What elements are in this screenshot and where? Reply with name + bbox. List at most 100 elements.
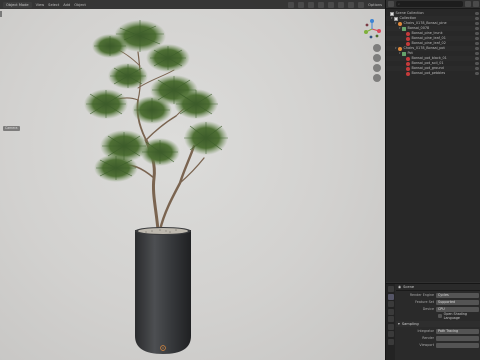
chevron-down-icon: ▾ [398,322,400,326]
filter-icon[interactable] [465,1,471,7]
menu-object[interactable]: Object [74,3,86,7]
tool-tab-icon[interactable] [387,286,394,292]
sampling-section[interactable]: ▾ Sampling [396,321,480,327]
new-collection-icon[interactable] [473,1,479,7]
visibility-eye-icon[interactable] [475,57,479,60]
property-row: Render Engine Cycles [396,292,480,298]
visibility-eye-icon[interactable] [475,47,479,50]
properties-body: ◉ Scene Render Engine Cycles Feature Set Su… [396,284,480,360]
view-layer-tab-icon[interactable] [387,308,394,315]
options-menu[interactable]: Options [368,3,382,7]
transform-orientation-button[interactable] [288,1,295,8]
visibility-eye-icon[interactable] [475,12,479,15]
right-panels: ⌕ Scene Collection ▾ Collection ▾ Chairs_017… [385,0,480,360]
object-icon [398,21,402,26]
shading-material-button[interactable] [348,1,355,8]
mesh-icon [402,26,406,31]
gizmo-neg-z-axis [369,35,373,39]
zoom-icon[interactable] [373,44,381,52]
outliner-tree: Scene Collection ▾ Collection ▾ Chairs_0178_… [386,9,480,76]
menu-select[interactable]: Select [48,3,59,7]
render-tab-icon[interactable] [387,293,394,300]
material-icon [406,66,410,71]
shading-solid-button[interactable] [338,1,345,8]
property-dropdown[interactable]: Cycles [436,292,479,298]
property-label: Render [422,336,434,340]
camera-view-icon[interactable] [373,64,381,72]
object-tab-icon[interactable] [387,331,394,337]
property-row: Viewport [396,342,480,348]
property-dropdown[interactable]: Supported [436,299,479,305]
property-label: Render Engine [409,293,434,297]
foliage [84,20,228,182]
output-tab-icon[interactable] [387,301,394,307]
visibility-eye-icon[interactable] [475,42,479,45]
display-mode-icon[interactable] [388,1,394,7]
sampling-section-label: Sampling [401,322,419,326]
camera-badge: Camera [3,126,20,131]
menu-add[interactable]: Add [63,3,70,7]
visibility-eye-icon[interactable] [475,37,479,40]
visibility-eye-icon[interactable] [475,72,479,75]
gizmo-neg-x-axis [365,23,369,27]
visibility-eye-icon[interactable] [475,22,479,25]
visibility-eye-icon[interactable] [475,52,479,55]
mode-selector[interactable]: Object Mode [3,1,32,8]
gizmo-neg-y-axis [375,34,379,38]
toolbar-handle[interactable] [0,11,2,17]
property-label: Viewport [419,343,434,347]
material-icon [406,56,410,61]
world-tab-icon[interactable] [387,323,394,330]
bonsai-pine-model[interactable] [80,18,240,360]
gizmo-y-axis [364,30,368,34]
properties-title: Scene [403,285,415,289]
outliner-item[interactable]: Bonsai_pot_pebbles [386,71,480,76]
property-label: Device [422,307,434,311]
gizmo-z-axis [370,19,374,23]
property-row: Render [396,335,480,341]
collection-icon [390,11,394,16]
material-icon [406,36,410,41]
material-icon [406,41,410,46]
property-dropdown[interactable]: CPU [436,306,479,312]
material-tab-icon[interactable] [387,338,394,345]
gizmo-x-axis [377,29,381,33]
3d-viewport[interactable]: Object Mode View Select Add Object Optio… [0,0,385,360]
property-row: Integrator Path Tracing [396,328,480,334]
navigation-gizmo[interactable] [361,17,383,41]
search-icon: ⌕ [398,2,401,6]
mesh-icon [402,51,406,56]
properties-header: ◉ Scene [396,284,480,291]
visibility-eye-icon[interactable] [475,17,479,20]
snap-button[interactable] [308,1,315,8]
menu-view[interactable]: View [36,3,45,7]
pivot-button[interactable] [298,1,305,8]
property-dropdown[interactable]: Path Tracing [436,328,479,334]
visibility-eye-icon[interactable] [475,27,479,30]
outliner-header: ⌕ [386,0,480,9]
property-dropdown[interactable] [436,342,479,348]
proportional-edit-button[interactable] [318,1,325,8]
scene-tab-icon[interactable] [387,316,394,322]
viewport-header: Object Mode View Select Add Object Optio… [0,0,385,9]
property-dropdown[interactable] [436,335,479,341]
property-row: Feature Set Supported [396,299,480,305]
pan-icon[interactable] [373,54,381,62]
osl-checkbox[interactable] [438,314,442,318]
outliner-panel[interactable]: ⌕ Scene Collection ▾ Collection ▾ Chairs_017… [386,0,480,282]
camera-icon: ◉ [398,285,402,289]
shading-rendered-button[interactable] [358,1,365,8]
properties-panel: ◉ Scene Render Engine Cycles Feature Set Su… [386,283,480,360]
overlay-button[interactable] [328,1,335,8]
property-label: Feature Set [415,300,434,304]
visibility-eye-icon[interactable] [475,62,479,65]
material-icon [406,71,410,76]
visibility-eye-icon[interactable] [475,32,479,35]
outliner-search-input[interactable]: ⌕ [396,1,463,7]
object-icon [398,46,402,51]
perspective-toggle-icon[interactable] [373,74,381,82]
osl-checkbox-label: Open Shading Language [443,312,467,320]
visibility-eye-icon[interactable] [475,67,479,70]
collection-icon [394,16,398,21]
property-label: Integrator [417,329,434,333]
